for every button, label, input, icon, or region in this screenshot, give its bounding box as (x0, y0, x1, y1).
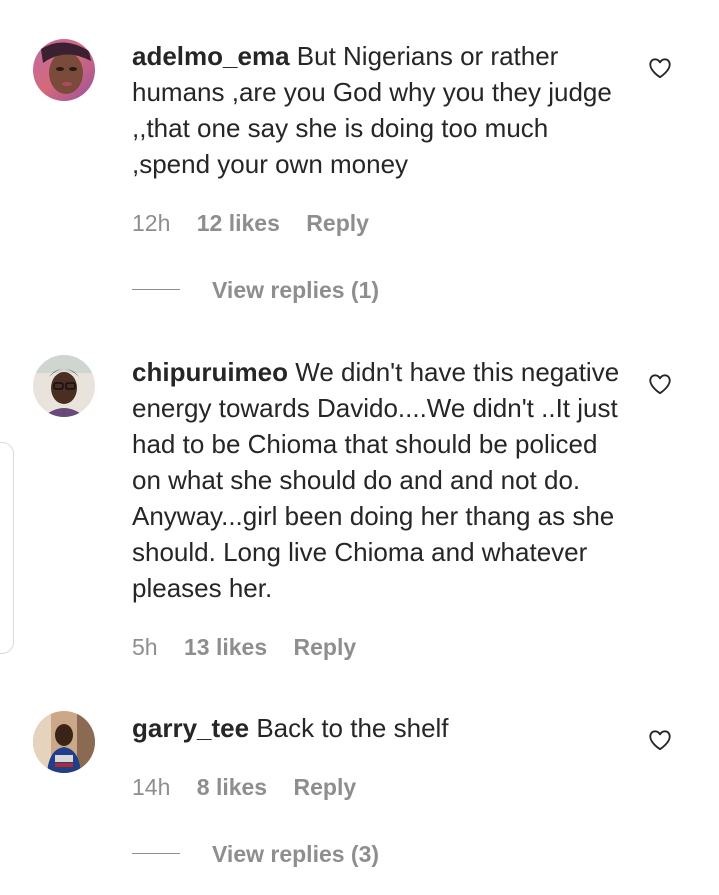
avatar[interactable] (33, 711, 95, 773)
heart-outline-icon[interactable] (647, 55, 673, 81)
comment-meta: 14h 8 likes Reply (132, 774, 376, 801)
side-panel-edge (0, 442, 14, 654)
reply-button[interactable]: Reply (294, 634, 357, 660)
replies-divider-line (132, 289, 180, 291)
view-replies-label: View replies (3) (212, 841, 380, 867)
replies-divider-line (132, 853, 180, 855)
comment-time: 12h (132, 210, 171, 236)
comment-body: adelmo_ema But Nigerians or rather human… (132, 38, 622, 182)
avatar[interactable] (33, 355, 95, 417)
heart-outline-icon[interactable] (647, 727, 673, 753)
comment-meta: 5h 13 likes Reply (132, 634, 376, 661)
comment-meta: 12h 12 likes Reply (132, 210, 389, 237)
comment-username[interactable]: garry_tee (132, 713, 249, 743)
comment-time: 14h (132, 774, 171, 800)
heart-outline-icon[interactable] (647, 371, 673, 397)
comment-username[interactable]: chipuruimeo (132, 357, 288, 387)
comment-username[interactable]: adelmo_ema (132, 41, 290, 71)
reply-button[interactable]: Reply (306, 210, 369, 236)
comment-text: Back to the shelf (256, 713, 449, 743)
avatar[interactable] (33, 39, 95, 101)
view-replies-label: View replies (1) (212, 277, 380, 303)
comment-text: We didn't have this negative energy towa… (132, 357, 620, 603)
reply-button[interactable]: Reply (294, 774, 357, 800)
comment-likes[interactable]: 13 likes (184, 634, 267, 660)
comment-time: 5h (132, 634, 158, 660)
view-replies-button[interactable]: View replies (1) (132, 277, 379, 304)
view-replies-button[interactable]: View replies (3) (132, 841, 379, 868)
comment-likes[interactable]: 12 likes (197, 210, 280, 236)
comment-body: garry_tee Back to the shelf (132, 710, 622, 746)
comment-body: chipuruimeo We didn't have this negative… (132, 354, 622, 606)
comment-likes[interactable]: 8 likes (197, 774, 267, 800)
